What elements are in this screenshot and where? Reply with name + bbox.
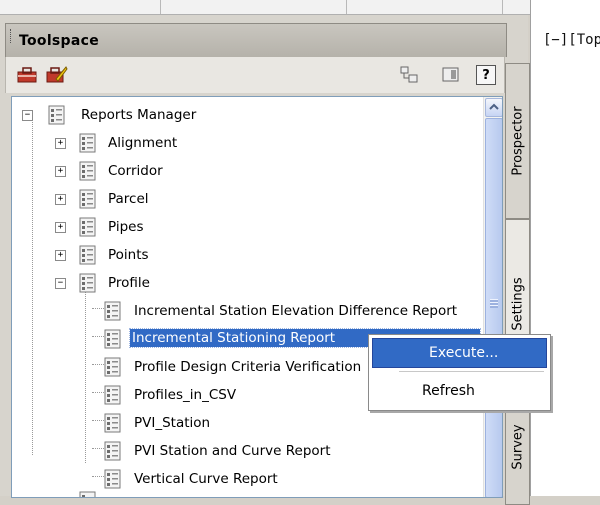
report-folder-icon	[79, 491, 96, 497]
header-cell	[161, 0, 347, 14]
tree-label: Corridor	[108, 163, 163, 179]
tree-label: Points	[108, 247, 149, 263]
report-folder-icon	[79, 189, 96, 209]
tree-label: Pipes	[108, 219, 144, 235]
report-file-icon	[104, 329, 121, 349]
tree-label: Alignment	[108, 135, 178, 151]
report-file-icon	[104, 357, 121, 377]
toolspace-toolbar: ?	[5, 57, 505, 93]
help-icon[interactable]: ?	[476, 65, 496, 85]
tree-node-parcel[interactable]: + Parcel	[12, 187, 482, 215]
toolspace-panel: Toolspace ? − Reports Manager + Alignmen…	[0, 15, 530, 505]
toolbox-icon[interactable]	[16, 64, 38, 86]
panel-title: Toolspace	[19, 33, 100, 49]
collapse-icon[interactable]: −	[22, 110, 33, 121]
tree-label: Vertical Curve Report	[134, 471, 278, 487]
tree-node-points[interactable]: + Points	[12, 243, 482, 271]
menu-item-execute[interactable]: Execute...	[372, 338, 547, 368]
tree-label: Reports Manager	[81, 107, 197, 123]
tree-label: Parcel	[108, 191, 149, 207]
tree-label: Incremental Station Elevation Difference…	[134, 303, 458, 319]
scroll-thumb[interactable]	[485, 118, 502, 497]
top-header-strip	[0, 0, 530, 15]
header-cell	[0, 0, 161, 14]
toolspace-side-tabs: Prospector Settings Survey	[505, 63, 530, 505]
tree-node-profile[interactable]: − Profile	[12, 271, 482, 299]
panel-toggle-icon[interactable]	[440, 64, 462, 86]
report-folder-icon	[79, 217, 96, 237]
report-file-icon	[104, 441, 121, 461]
tab-label: Settings	[510, 277, 525, 331]
tree-label: PVI_Station	[134, 415, 211, 431]
drag-grip-icon[interactable]	[10, 29, 13, 43]
header-cell	[347, 0, 503, 14]
item-view-icon[interactable]	[398, 64, 420, 86]
tree-label: Profiles_in_CSV	[134, 387, 237, 403]
tree-report-item[interactable]: PVI_Station	[12, 411, 482, 439]
menu-item-label: Execute...	[429, 345, 499, 361]
report-folder-icon	[79, 273, 96, 293]
chevron-up-icon	[489, 103, 499, 110]
report-file-icon	[104, 469, 121, 489]
menu-divider	[399, 371, 544, 372]
tree-scrollbar[interactable]	[483, 97, 502, 497]
report-file-icon	[104, 385, 121, 405]
tree-label: PVI Station and Curve Report	[134, 443, 331, 459]
tree-report-item[interactable]: PVI Station and Curve Report	[12, 439, 482, 467]
tree-label: Profile	[108, 275, 150, 291]
tree-report-item[interactable]: Incremental Station Elevation Difference…	[12, 299, 482, 327]
report-file-icon	[104, 413, 121, 433]
expand-icon[interactable]: +	[55, 166, 66, 177]
reports-tree[interactable]: − Reports Manager + Alignment + Corridor…	[11, 96, 503, 498]
report-file-icon	[104, 301, 121, 321]
scroll-up-button[interactable]	[485, 98, 502, 117]
tree-label: Profile Design Criteria Verification	[134, 359, 362, 375]
expand-icon[interactable]: +	[55, 194, 66, 205]
report-folder-icon	[48, 105, 65, 125]
tree-node-pipes[interactable]: + Pipes	[12, 215, 482, 243]
viewport-label[interactable]: [−][Top	[543, 32, 600, 48]
menu-item-label: Refresh	[422, 383, 475, 399]
tab-prospector[interactable]: Prospector	[505, 63, 530, 219]
toolspace-titlebar[interactable]: Toolspace	[5, 23, 507, 57]
expand-icon[interactable]: +	[55, 138, 66, 149]
report-folder-icon	[79, 133, 96, 153]
tree-node-corridor[interactable]: + Corridor	[12, 159, 482, 187]
collapse-icon[interactable]: −	[55, 278, 66, 289]
expand-icon[interactable]: +	[55, 250, 66, 261]
tree-node-alignment[interactable]: + Alignment	[12, 131, 482, 159]
tab-label: Prospector	[510, 106, 525, 176]
expand-icon[interactable]: +	[55, 222, 66, 233]
toolbox-edit-icon[interactable]	[46, 64, 68, 86]
menu-item-refresh[interactable]: Refresh	[372, 377, 545, 405]
thumb-grip-icon	[490, 299, 498, 308]
tab-label: Survey	[510, 424, 525, 470]
report-folder-icon	[79, 245, 96, 265]
drawing-area[interactable]: [−][Top	[530, 0, 600, 496]
context-menu: Execute... Refresh	[368, 334, 551, 411]
tree-node-reports-manager[interactable]: − Reports Manager	[12, 103, 482, 131]
report-folder-icon	[79, 161, 96, 181]
